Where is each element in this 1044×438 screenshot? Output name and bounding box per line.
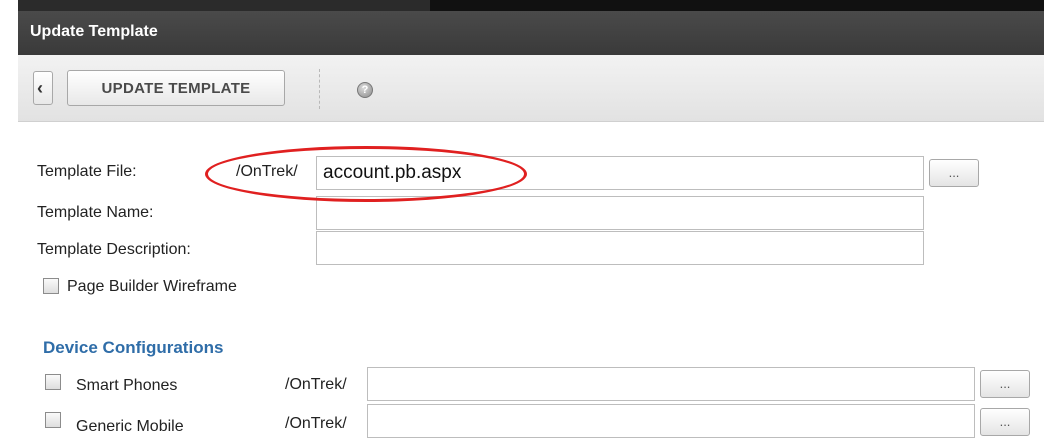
template-file-input[interactable] [316, 156, 924, 190]
generic-mobile-prefix: /OnTrek/ [285, 415, 347, 432]
update-template-button[interactable]: UPDATE TEMPLATE [67, 70, 285, 106]
template-description-input[interactable] [316, 231, 924, 265]
template-file-prefix: /OnTrek/ [236, 163, 298, 180]
page-title: Update Template [30, 23, 158, 40]
template-file-label: Template File: [37, 163, 137, 180]
template-file-browse-button[interactable]: ... [929, 159, 979, 187]
smart-phones-input[interactable] [367, 367, 975, 401]
smart-phones-label: Smart Phones [76, 377, 178, 394]
smart-phones-checkbox[interactable] [45, 374, 61, 390]
back-button[interactable]: ‹ [33, 71, 53, 105]
smart-phones-prefix: /OnTrek/ [285, 376, 347, 393]
title-bar: Update Template [18, 11, 1044, 55]
update-template-label: UPDATE TEMPLATE [101, 80, 251, 97]
page-builder-wireframe-checkbox[interactable] [43, 278, 59, 294]
left-margin [0, 0, 18, 438]
help-icon[interactable]: ? [357, 82, 373, 98]
toolbar-divider [319, 69, 320, 109]
generic-mobile-input[interactable] [367, 404, 975, 438]
generic-mobile-browse-button[interactable]: ... [980, 408, 1030, 436]
page-builder-wireframe-label: Page Builder Wireframe [67, 278, 237, 295]
device-configurations-title: Device Configurations [43, 338, 224, 357]
top-strip-dark [430, 0, 1044, 11]
template-name-label: Template Name: [37, 204, 154, 221]
chevron-left-icon: ‹ [37, 78, 43, 98]
template-description-label: Template Description: [37, 241, 191, 258]
template-name-input[interactable] [316, 196, 924, 230]
toolbar: ‹ UPDATE TEMPLATE ? [18, 55, 1044, 122]
generic-mobile-checkbox[interactable] [45, 412, 61, 428]
smart-phones-browse-button[interactable]: ... [980, 370, 1030, 398]
generic-mobile-label: Generic Mobile [76, 418, 184, 435]
